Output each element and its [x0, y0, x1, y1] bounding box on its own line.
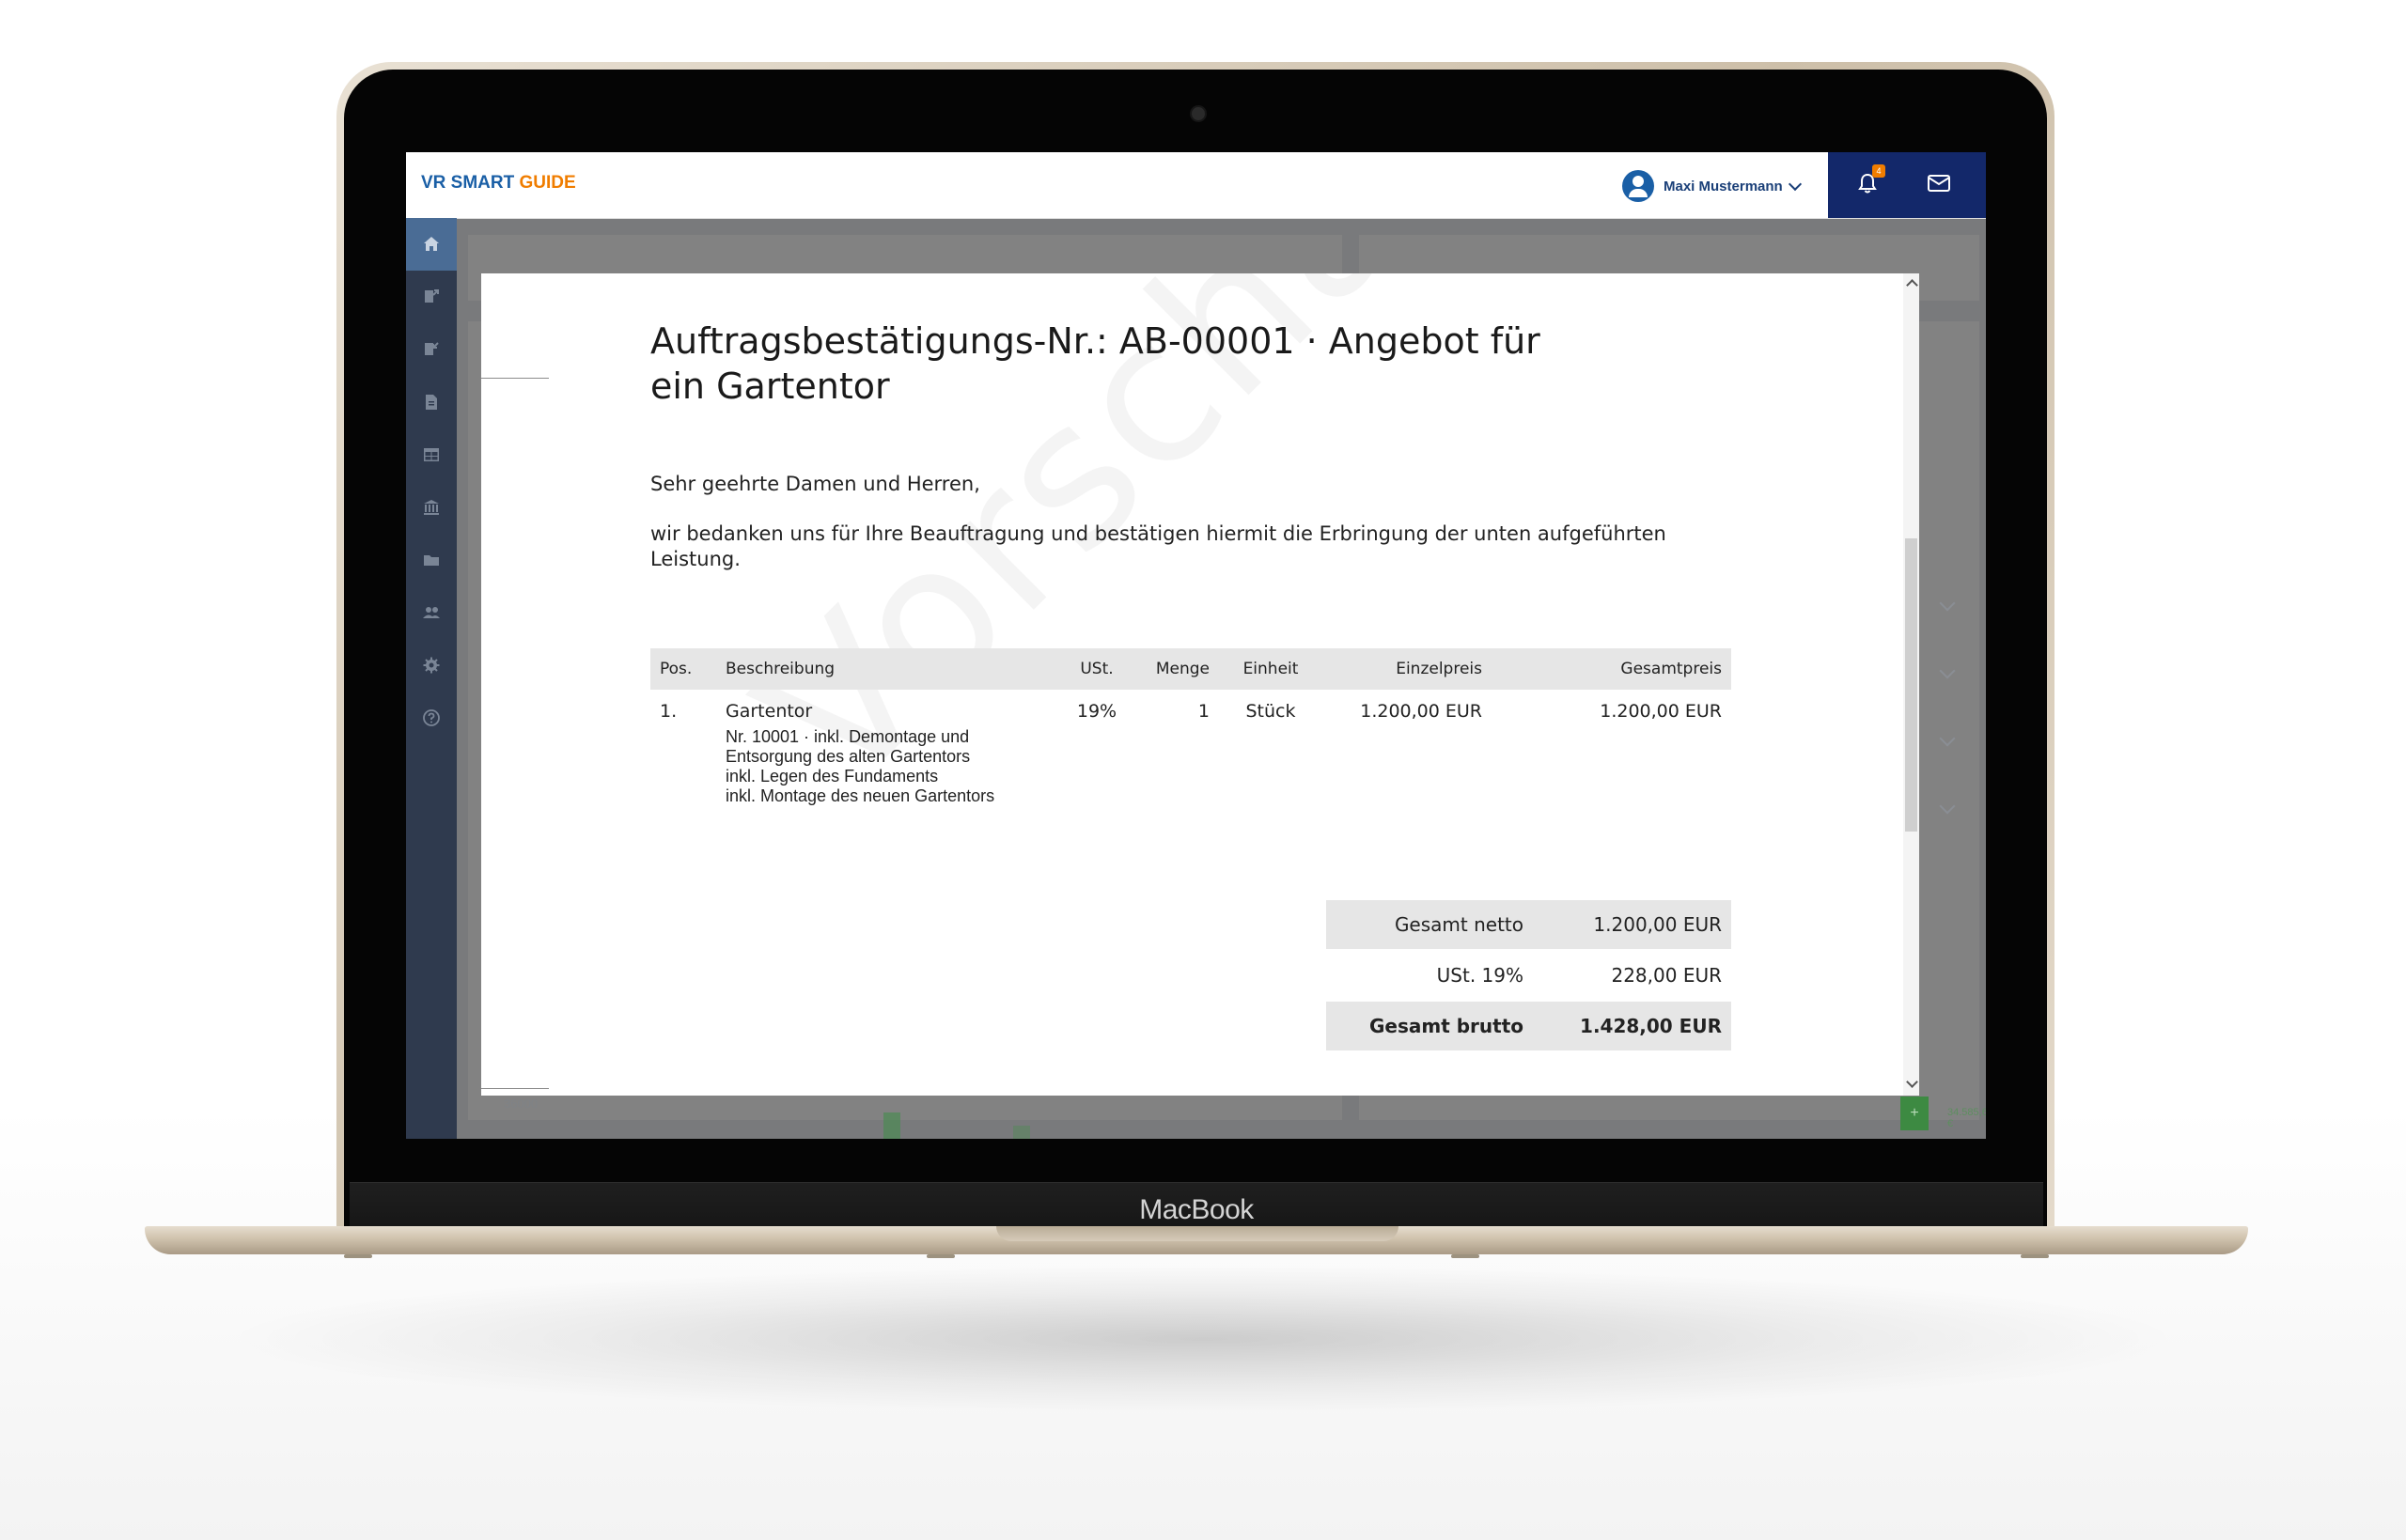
item-vat: 19%	[1076, 701, 1117, 722]
settings-icon	[423, 657, 440, 674]
sidebar-item-contacts[interactable]	[406, 586, 457, 639]
item-detail-line: Entsorgung des alten Gartentors	[726, 747, 971, 766]
item-position: 1.	[660, 701, 678, 722]
document-icon	[426, 395, 437, 410]
app-logo[interactable]: VR SMART GUIDE	[421, 173, 576, 194]
fold-mark	[481, 1088, 549, 1089]
laptop-foot	[2021, 1254, 2049, 1258]
item-detail-line: inkl. Legen des Fundaments	[726, 767, 939, 786]
app-header: VR SMART GUIDE Maxi Mustermann 4	[406, 152, 1986, 219]
item-quantity: 1	[1197, 701, 1210, 722]
scroll-up-arrow-icon[interactable]	[1906, 279, 1918, 291]
column-header: Beschreibung	[716, 648, 1059, 690]
laptop-foot	[344, 1254, 372, 1258]
item-description: Gartentor Nr. 10001 · inkl. Demontage un…	[716, 690, 1059, 806]
folder-icon	[424, 555, 439, 566]
column-header: USt.	[1059, 648, 1134, 690]
notification-badge: 4	[1872, 164, 1885, 178]
home-icon	[424, 237, 439, 251]
user-avatar-icon	[1622, 170, 1654, 202]
document-body: wir bedanken uns für Ihre Beauftragung u…	[650, 522, 1666, 570]
gross-label: Gesamt brutto	[1326, 1002, 1533, 1050]
column-header: Einzelpreis	[1322, 648, 1492, 690]
user-name: Maxi Mustermann	[1664, 178, 1783, 194]
bank-icon	[424, 500, 439, 515]
net-value: 1.200,00 EUR	[1533, 900, 1731, 949]
item-detail-line: inkl. Montage des neuen Gartentors	[726, 786, 995, 805]
document-title: Auftragsbestätigungs-Nr.: AB-00001 · Ang…	[650, 320, 1540, 407]
logo-text-guide: GUIDE	[519, 173, 576, 193]
chart-tick-label: 36000	[504, 1097, 539, 1111]
outgoing-documents-icon	[425, 289, 439, 303]
document-preview-modal: Vorschau Auftragsbestätigungs-Nr.: AB-00…	[481, 273, 1919, 1096]
sidebar-item-documents[interactable]	[406, 376, 457, 428]
column-header: Menge	[1134, 648, 1219, 690]
help-icon	[423, 709, 440, 726]
sidebar	[406, 218, 457, 1139]
device-shadow	[216, 1264, 2190, 1414]
item-name: Gartentor	[726, 701, 813, 722]
laptop-foot	[1451, 1254, 1479, 1258]
gross-value: 1.428,00 EUR	[1533, 1002, 1731, 1050]
table-icon	[424, 448, 439, 461]
sidebar-item-home[interactable]	[406, 218, 457, 271]
item-detail-line: Nr. 10001 · inkl. Demontage und	[726, 727, 970, 746]
chart-bar	[883, 1112, 900, 1139]
column-header: Gesamtpreis	[1492, 648, 1731, 690]
camera-icon	[1190, 105, 1207, 122]
sidebar-item-outgoing[interactable]	[406, 271, 457, 323]
totals-row-gross: Gesamt brutto 1.428,00 EUR	[1326, 1002, 1731, 1050]
column-header: Einheit	[1219, 648, 1322, 690]
document-greeting: Sehr geehrte Damen und Herren,	[650, 473, 980, 495]
modal-scrollbar[interactable]	[1903, 273, 1919, 1096]
sidebar-item-table[interactable]	[406, 428, 457, 481]
incoming-documents-icon	[425, 342, 439, 355]
table-header-row: Pos. Beschreibung USt. Menge Einheit Ein…	[650, 648, 1731, 690]
sidebar-item-folder[interactable]	[406, 534, 457, 586]
laptop-foot	[927, 1254, 955, 1258]
vat-label: USt. 19%	[1436, 964, 1523, 987]
column-header: Pos.	[650, 648, 716, 690]
chevron-down-icon	[1788, 177, 1802, 191]
item-unit: Stück	[1245, 701, 1296, 722]
table-row: 1. Gartentor Nr. 10001 · inkl. Demontage…	[650, 690, 1731, 806]
screen: 36000 + 34.585,60 € VR SMART GUIDE Maxi …	[406, 152, 1986, 1139]
device-brand-label: MacBook	[1139, 1194, 1254, 1225]
contacts-icon	[423, 607, 440, 618]
item-details: Nr. 10001 · inkl. Demontage und Entsorgu…	[726, 727, 1050, 806]
item-total: 1.200,00 EUR	[1600, 701, 1722, 722]
sidebar-item-settings[interactable]	[406, 639, 457, 692]
user-menu[interactable]: Maxi Mustermann	[1622, 169, 1802, 203]
item-unit-price: 1.200,00 EUR	[1360, 701, 1482, 722]
sidebar-item-incoming[interactable]	[406, 323, 457, 376]
line-items-table: Pos. Beschreibung USt. Menge Einheit Ein…	[650, 648, 1731, 806]
totals-row-vat: USt. 19% 228,00 EUR	[1326, 951, 1731, 1000]
laptop-notch	[996, 1226, 1398, 1241]
add-button[interactable]: +	[1900, 1097, 1929, 1130]
vat-value: 228,00 EUR	[1611, 964, 1722, 987]
scrollbar-thumb[interactable]	[1905, 538, 1917, 832]
totals-table: Gesamt netto 1.200,00 EUR USt. 19% 228,0…	[1326, 900, 1731, 1050]
fold-mark	[481, 378, 549, 379]
header-actions: 4	[1828, 152, 1986, 218]
totals-row-net: Gesamt netto 1.200,00 EUR	[1326, 900, 1731, 949]
sidebar-item-help[interactable]	[406, 692, 457, 744]
scroll-down-arrow-icon[interactable]	[1906, 1076, 1918, 1088]
mail-icon[interactable]	[1927, 173, 1951, 194]
chart-bar	[1013, 1126, 1030, 1139]
net-label: Gesamt netto	[1326, 900, 1533, 949]
logo-text-vr: VR SMART	[421, 173, 520, 193]
balance-amount: 34.585,60 €	[1947, 1107, 1986, 1129]
sidebar-item-bank[interactable]	[406, 481, 457, 534]
